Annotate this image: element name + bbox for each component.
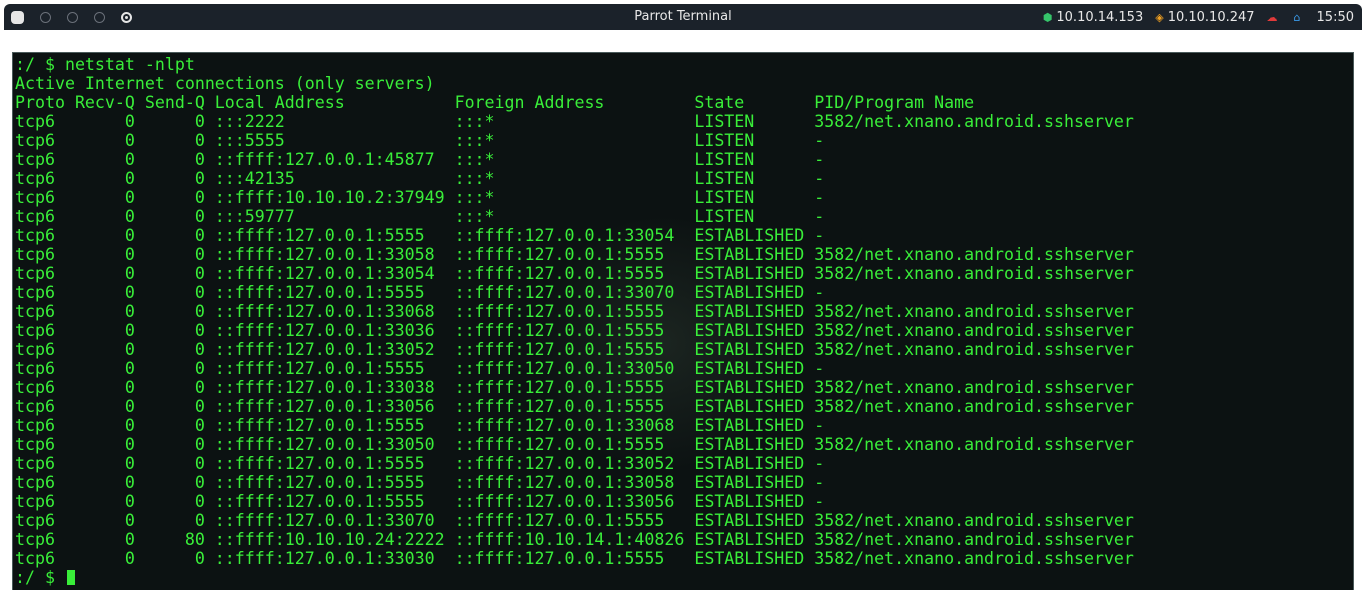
system-tray: ⬢ 10.10.14.153 ◈ 10.10.10.247 ☁ ⌂ 15:50 xyxy=(1031,4,1354,30)
target-icon: ◈ xyxy=(1155,10,1164,24)
connection-row: tcp6 0 0 ::ffff:127.0.0.1:33052 ::ffff:1… xyxy=(15,340,1134,359)
vpn-ip-indicator[interactable]: ⬢ 10.10.14.153 xyxy=(1043,10,1143,25)
connection-row: tcp6 0 0 :::59777 :::* LISTEN - xyxy=(15,207,825,226)
target-ip-indicator[interactable]: ◈ 10.10.10.247 xyxy=(1155,10,1254,25)
connection-row: tcp6 0 0 ::ffff:127.0.0.1:5555 ::ffff:12… xyxy=(15,454,825,473)
connection-row: tcp6 0 0 :::2222 :::* LISTEN 3582/net.xn… xyxy=(15,112,1134,131)
connection-row: tcp6 0 0 ::ffff:127.0.0.1:5555 ::ffff:12… xyxy=(15,492,825,511)
connection-row: tcp6 0 0 ::ffff:127.0.0.1:33036 ::ffff:1… xyxy=(15,321,1134,340)
connection-row: tcp6 0 0 ::ffff:127.0.0.1:5555 ::ffff:12… xyxy=(15,226,825,245)
connection-rows: tcp6 0 0 :::2222 :::* LISTEN 3582/net.xn… xyxy=(15,112,1134,568)
connection-row: tcp6 0 0 ::ffff:127.0.0.1:33056 ::ffff:1… xyxy=(15,397,1134,416)
connection-row: tcp6 0 0 ::ffff:127.0.0.1:33038 ::ffff:1… xyxy=(15,378,1134,397)
home-indicator[interactable]: ⌂ xyxy=(1294,11,1305,24)
cloud-icon: ☁ xyxy=(1266,10,1278,24)
connection-row: tcp6 0 0 ::ffff:127.0.0.1:5555 ::ffff:12… xyxy=(15,416,825,435)
output-banner: Active Internet connections (only server… xyxy=(15,74,435,93)
connection-row: tcp6 0 0 ::ffff:127.0.0.1:33058 ::ffff:1… xyxy=(15,245,1134,264)
connection-row: tcp6 0 0 ::ffff:10.10.10.2:37949 :::* LI… xyxy=(15,188,825,207)
terminal-output[interactable]: :/ $ netstat -nlpt Active Internet connec… xyxy=(15,55,1134,587)
connection-row: tcp6 0 0 :::42135 :::* LISTEN - xyxy=(15,169,825,188)
connection-row: tcp6 0 0 ::ffff:127.0.0.1:5555 ::ffff:12… xyxy=(15,473,825,492)
window-titlebar: Parrot Terminal ⬢ 10.10.14.153 ◈ 10.10.1… xyxy=(4,4,1362,30)
connection-row: tcp6 0 0 ::ffff:127.0.0.1:5555 ::ffff:12… xyxy=(15,283,825,302)
terminal-window[interactable]: :/ $ netstat -nlpt Active Internet connec… xyxy=(12,52,1354,590)
connection-row: tcp6 0 0 ::ffff:127.0.0.1:33030 ::ffff:1… xyxy=(15,549,1134,568)
command-line: :/ $ netstat -nlpt xyxy=(15,55,195,74)
connection-row: tcp6 0 80 ::ffff:10.10.10.24:2222 ::ffff… xyxy=(15,530,1134,549)
connection-row: tcp6 0 0 ::ffff:127.0.0.1:33050 ::ffff:1… xyxy=(15,435,1134,454)
table-header: Proto Recv-Q Send-Q Local Address Foreig… xyxy=(15,93,975,112)
text-cursor xyxy=(66,570,75,585)
clock[interactable]: 15:50 xyxy=(1317,10,1354,25)
prompt-line[interactable]: :/ $ xyxy=(15,568,1134,587)
connection-row: tcp6 0 0 ::ffff:127.0.0.1:33054 ::ffff:1… xyxy=(15,264,1134,283)
cube-icon: ⬢ xyxy=(1042,10,1053,24)
connection-row: tcp6 0 0 ::ffff:127.0.0.1:33068 ::ffff:1… xyxy=(15,302,1134,321)
connection-row: tcp6 0 0 ::ffff:127.0.0.1:5555 ::ffff:12… xyxy=(15,359,825,378)
prompt-text: :/ $ xyxy=(15,568,65,587)
vpn-ip-text: 10.10.14.153 xyxy=(1056,9,1144,25)
connection-row: tcp6 0 0 ::ffff:127.0.0.1:45877 :::* LIS… xyxy=(15,150,825,169)
home-icon: ⌂ xyxy=(1293,10,1301,24)
cloud-indicator[interactable]: ☁ xyxy=(1267,11,1282,24)
target-ip-text: 10.10.10.247 xyxy=(1167,9,1255,25)
connection-row: tcp6 0 0 ::ffff:127.0.0.1:33070 ::ffff:1… xyxy=(15,511,1134,530)
connection-row: tcp6 0 0 :::5555 :::* LISTEN - xyxy=(15,131,825,150)
clock-text: 15:50 xyxy=(1316,9,1354,25)
